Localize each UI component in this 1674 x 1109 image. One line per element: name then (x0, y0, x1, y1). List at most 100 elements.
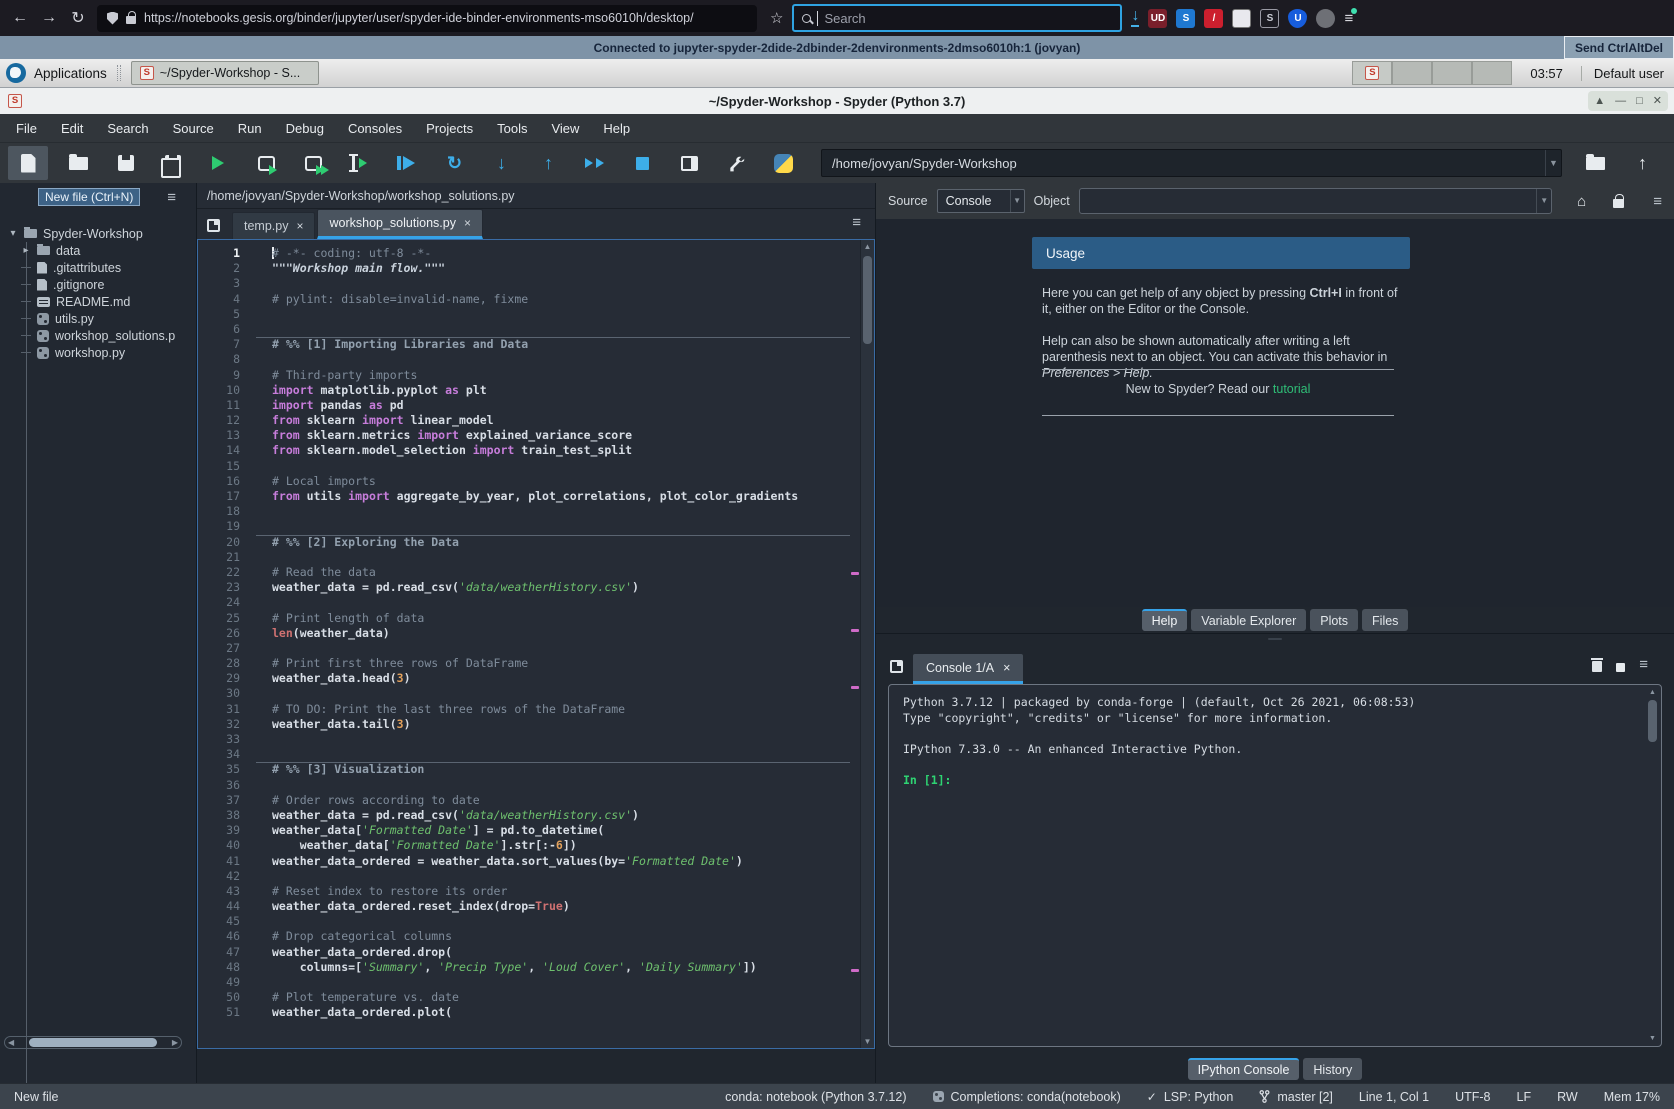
code-line[interactable] (256, 504, 850, 519)
scroll-up-icon[interactable]: ▲ (1647, 689, 1658, 696)
working-directory-combobox[interactable]: /home/jovyan/Spyder-Workshop ▼ (821, 149, 1562, 177)
source-combobox[interactable]: Console ▼ (937, 189, 1025, 213)
close-icon[interactable]: × (464, 216, 471, 230)
code-line[interactable]: weather_data.head(3) (256, 671, 850, 686)
tab-variable-explorer[interactable]: Variable Explorer (1191, 609, 1306, 631)
console-options-icon[interactable]: ≡ (1639, 657, 1648, 672)
code-line[interactable]: # pylint: disable=invalid-name, fixme (256, 292, 850, 307)
menu-debug[interactable]: Debug (286, 121, 324, 136)
workspace-2[interactable] (1432, 61, 1472, 85)
explorer-options-icon[interactable]: ≡ (167, 190, 176, 205)
code-line[interactable]: # %% [3] Visualization (256, 762, 850, 777)
lock-icon[interactable] (1613, 199, 1624, 208)
maximize-pane-button[interactable] (666, 146, 713, 180)
scroll-down-icon[interactable]: ▼ (1647, 1035, 1658, 1042)
code-line[interactable]: # %% [2] Exploring the Data (256, 535, 850, 550)
extension-ghost-icon[interactable] (1316, 9, 1335, 28)
menu-help[interactable]: Help (603, 121, 630, 136)
workspace-3[interactable] (1472, 61, 1512, 85)
code-line[interactable]: # %% [1] Importing Libraries and Data (256, 337, 850, 352)
preferences-button[interactable] (713, 146, 760, 180)
extension-ud-icon[interactable]: UD (1148, 9, 1167, 28)
code-line[interactable] (256, 747, 850, 762)
menu-view[interactable]: View (551, 121, 579, 136)
tab-files[interactable]: Files (1362, 609, 1408, 631)
tab-help[interactable]: Help (1142, 609, 1188, 631)
code-line[interactable]: # Drop categorical columns (256, 929, 850, 944)
code-line[interactable] (256, 519, 850, 534)
readwrite-status[interactable]: RW (1557, 1090, 1578, 1104)
tray-spyder-icon[interactable]: S (1352, 61, 1392, 85)
url-bar[interactable]: https://notebooks.gesis.org/binder/jupyt… (97, 5, 757, 32)
code-line[interactable]: from sklearn.metrics import explained_va… (256, 428, 850, 443)
code-line[interactable]: import matplotlib.pyplot as plt (256, 383, 850, 398)
new-file-button[interactable] (8, 146, 48, 180)
back-icon[interactable]: ← (10, 9, 30, 27)
save-all-button[interactable] (149, 146, 196, 180)
tree-item-workshop-solutions-p[interactable]: workshop_solutions.p (0, 327, 196, 344)
tab-history[interactable]: History (1303, 1058, 1362, 1080)
open-file-button[interactable] (55, 146, 102, 180)
dropdown-arrow-icon[interactable]: ▼ (1010, 190, 1024, 212)
editor-options-icon[interactable]: ≡ (852, 215, 861, 230)
console-output[interactable]: Python 3.7.12 | packaged by conda-forge … (888, 684, 1662, 1047)
menu-file[interactable]: File (16, 121, 37, 136)
continue-button[interactable] (572, 146, 619, 180)
bookmark-star-icon[interactable]: ☆ (770, 9, 783, 27)
minimize-icon[interactable]: — (1615, 91, 1626, 111)
code-line[interactable] (256, 869, 850, 884)
code-line[interactable] (256, 975, 850, 990)
code-line[interactable]: weather_data_ordered.reset_index(drop=Tr… (256, 899, 850, 914)
code-line[interactable]: weather_data = pd.read_csv('data/weather… (256, 580, 850, 595)
code-line[interactable]: from utils import aggregate_by_year, plo… (256, 489, 850, 504)
tree-item--gitattributes[interactable]: .gitattributes (0, 259, 196, 276)
code-line[interactable]: # Local imports (256, 474, 850, 489)
extension-red-icon[interactable]: / (1204, 9, 1223, 28)
run-cell-button[interactable] (243, 146, 290, 180)
user-label[interactable]: Default user (1581, 66, 1664, 81)
code-line[interactable]: weather_data_ordered = weather_data.sort… (256, 854, 850, 869)
code-line[interactable] (256, 550, 850, 565)
code-line[interactable]: weather_data.tail(3) (256, 717, 850, 732)
code-line[interactable]: from sklearn import linear_model (256, 413, 850, 428)
pane-splitter[interactable] (876, 634, 1674, 644)
extension-s-blue-icon[interactable]: S (1176, 9, 1195, 28)
code-line[interactable]: import pandas as pd (256, 398, 850, 413)
url-text[interactable]: https://notebooks.gesis.org/binder/jupyt… (144, 11, 694, 25)
interrupt-kernel-icon[interactable] (1616, 663, 1625, 672)
chevron-down-icon[interactable]: ▾ (8, 228, 18, 239)
stop-button[interactable] (619, 146, 666, 180)
explorer-horizontal-scrollbar[interactable]: ◀ ▶ (4, 1036, 182, 1049)
tree-item-utils-py[interactable]: utils.py (0, 310, 196, 327)
editor-tab-workshop_solutions-py[interactable]: workshop_solutions.py× (317, 209, 482, 239)
tab-plots[interactable]: Plots (1310, 609, 1358, 631)
eol-status[interactable]: LF (1517, 1090, 1532, 1104)
run-selection-button[interactable] (337, 146, 384, 180)
extension-s-gray-icon[interactable]: S (1260, 9, 1279, 28)
search-input[interactable]: Search (792, 4, 1122, 32)
console-prompt[interactable]: In [1]: (903, 773, 1647, 789)
code-line[interactable]: # -*- coding: utf-8 -*- (256, 246, 850, 261)
code-line[interactable]: # Third-party imports (256, 368, 850, 383)
dropdown-arrow-icon[interactable]: ▼ (1536, 189, 1551, 213)
close-icon[interactable]: × (1003, 661, 1010, 675)
tracking-shield-icon[interactable] (107, 12, 118, 25)
code-line[interactable] (256, 459, 850, 474)
code-line[interactable]: weather_data_ordered.drop( (256, 945, 850, 960)
code-line[interactable]: columns=['Summary', 'Precip Type', 'Loud… (256, 960, 850, 975)
tree-item-root[interactable]: ▾Spyder-Workshop (0, 225, 196, 242)
task-button-spyder[interactable]: S ~/Spyder-Workshop - S... (131, 61, 319, 85)
warning-flag-marker[interactable] (851, 572, 859, 575)
editor-tab-temp-py[interactable]: temp.py× (232, 212, 315, 239)
code-line[interactable] (256, 595, 850, 610)
refresh-icon[interactable]: ↻ (68, 8, 88, 28)
browser-menu-icon[interactable]: ≡ (1344, 10, 1353, 27)
downloads-icon[interactable]: ↓ (1131, 9, 1139, 27)
code-line[interactable]: """Workshop main flow.""" (256, 261, 850, 276)
code-line[interactable] (256, 352, 850, 367)
applications-menu-icon[interactable] (6, 63, 26, 83)
code-line[interactable]: # Plot temperature vs. date (256, 990, 850, 1005)
debug-file-button[interactable] (384, 146, 431, 180)
dropdown-arrow-icon[interactable]: ▼ (1545, 150, 1561, 176)
scrollbar-thumb[interactable] (29, 1038, 157, 1047)
